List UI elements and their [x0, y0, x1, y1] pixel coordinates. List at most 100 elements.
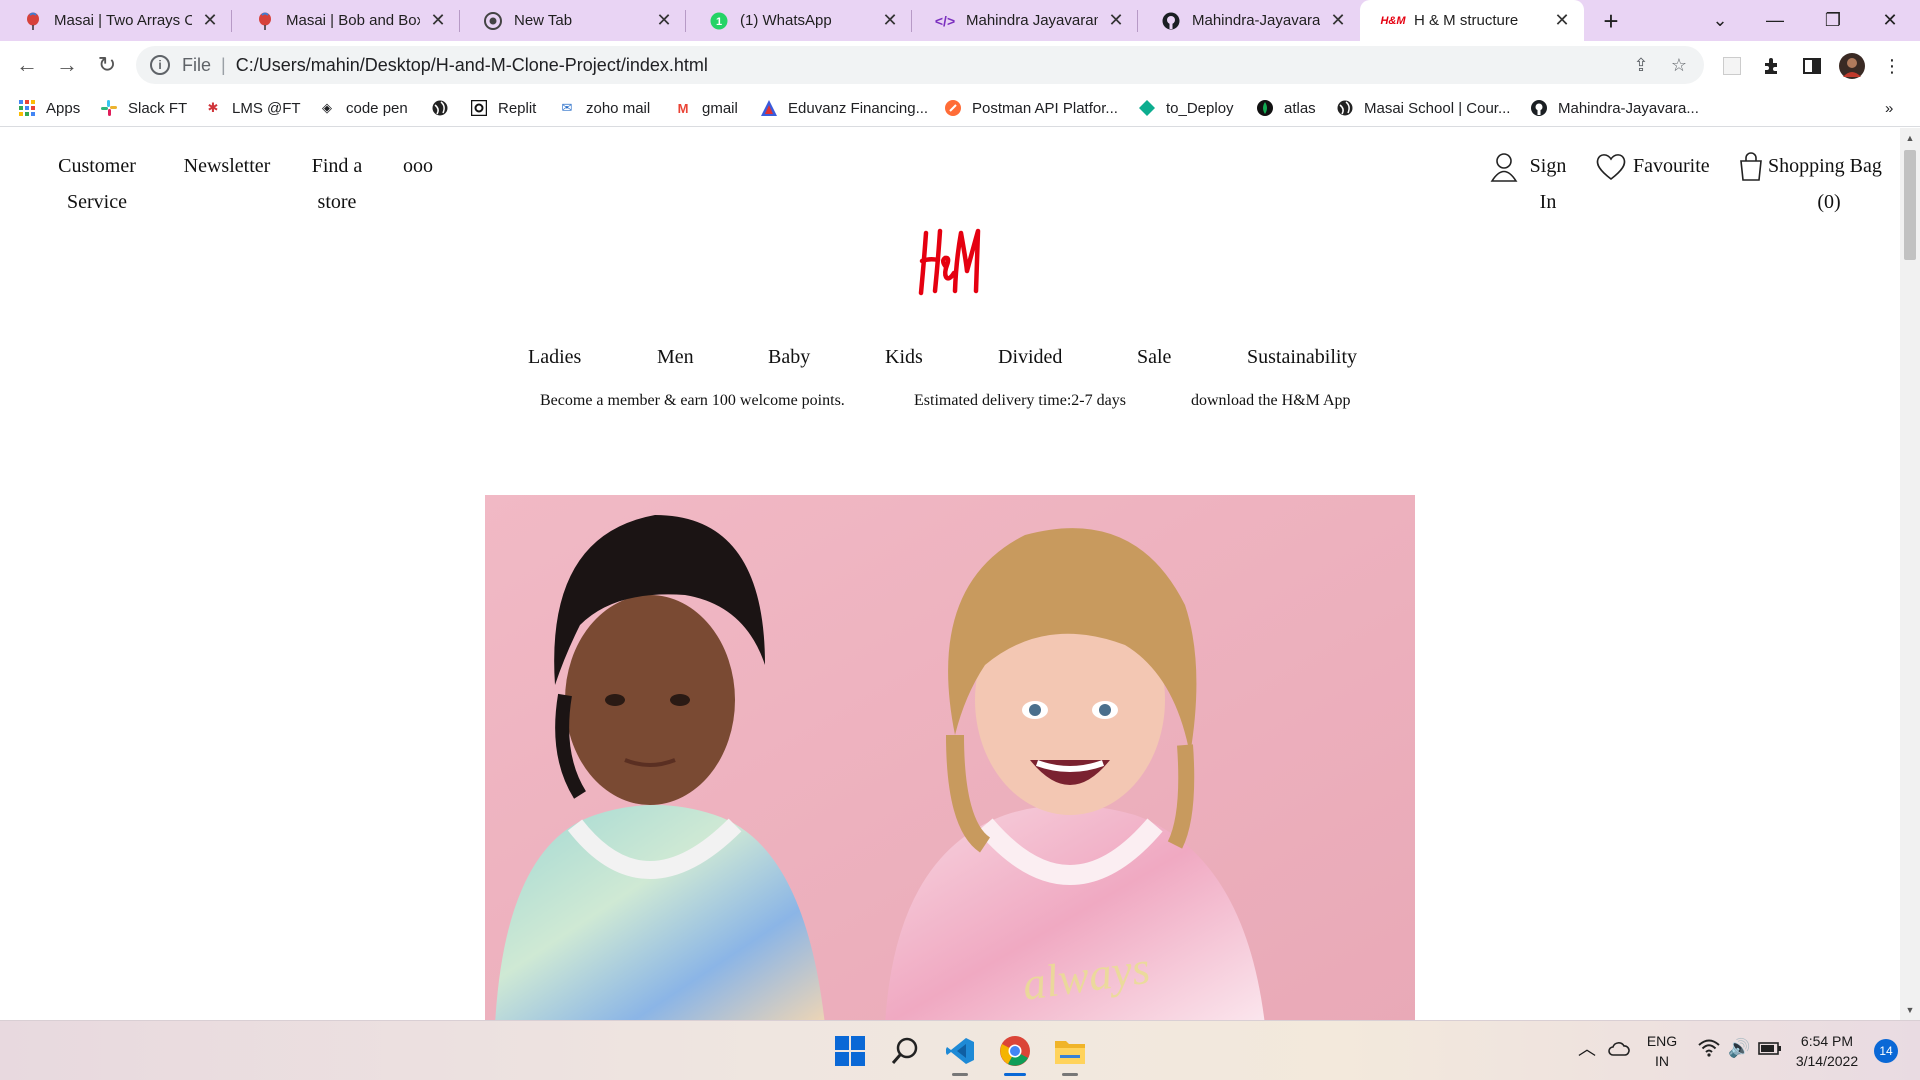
tab-title: H & M structure — [1414, 12, 1519, 29]
bookmark-lms-ft[interactable]: ✱ LMS @FT — [204, 97, 301, 119]
more-bookmarks-button[interactable]: » — [1885, 97, 1893, 119]
extension-placeholder-icon[interactable] — [1719, 53, 1745, 79]
notification-badge[interactable]: 14 — [1874, 1039, 1898, 1063]
share-icon[interactable]: ⇪ — [1630, 54, 1652, 76]
bookmark-label: LMS @FT — [232, 99, 301, 117]
tab-title: Masai | Bob and Boxe — [286, 12, 420, 29]
link-text-line2: Service — [67, 191, 127, 213]
shopping-bag-link[interactable]: Shopping Bag — [1768, 148, 1888, 184]
menu-baby[interactable]: Baby — [768, 346, 810, 369]
forward-button[interactable]: → — [51, 49, 83, 81]
bookmark-masai-school[interactable]: Masai School | Cour... — [1336, 97, 1510, 119]
more-options-link[interactable]: ooo — [400, 148, 436, 184]
address-bar[interactable]: i File | C:/Users/mahin/Desktop/H-and-M-… — [136, 46, 1704, 84]
close-icon[interactable]: ✕ — [1106, 10, 1126, 31]
back-button[interactable]: ← — [11, 49, 43, 81]
tab-masai-two-arrays[interactable]: Masai | Two Arrays Or ✕ — [0, 0, 232, 41]
language-indicator[interactable]: ENG IN — [1646, 1031, 1678, 1071]
bookmark-slack-ft[interactable]: Slack FT — [100, 97, 187, 119]
search-icon[interactable] — [885, 1031, 925, 1071]
bookmark-globe[interactable] — [431, 97, 459, 119]
scroll-up-arrow-icon[interactable]: ▲ — [1904, 132, 1916, 144]
newsletter-link[interactable]: Newsletter — [180, 148, 274, 184]
tab-title: (1) WhatsApp — [740, 12, 832, 29]
bookmark-apps[interactable]: Apps — [18, 97, 80, 119]
find-store-link[interactable]: Find a store — [306, 148, 368, 220]
customer-service-link[interactable]: Customer Service — [49, 148, 145, 220]
bookmark-eduvanz[interactable]: Eduvanz Financing... — [760, 97, 928, 119]
battery-icon[interactable] — [1758, 1040, 1782, 1061]
file-explorer-icon[interactable] — [1050, 1031, 1090, 1071]
bookmark-postman[interactable]: Postman API Platfor... — [944, 97, 1118, 119]
postman-icon — [944, 99, 962, 117]
tab-new-tab[interactable]: New Tab ✕ — [460, 0, 686, 41]
close-icon[interactable]: ✕ — [428, 10, 448, 31]
eduvanz-icon — [760, 99, 778, 117]
close-icon[interactable]: ✕ — [880, 10, 900, 31]
side-panel-icon[interactable] — [1799, 53, 1825, 79]
github-icon — [1162, 12, 1180, 30]
info-icon[interactable]: i — [150, 55, 170, 75]
tab-whatsapp[interactable]: 1 (1) WhatsApp ✕ — [686, 0, 912, 41]
clock[interactable]: 6:54 PM 3/14/2022 — [1792, 1031, 1862, 1071]
extensions-puzzle-icon[interactable] — [1759, 53, 1785, 79]
bookmark-label: Mahindra-Jayavara... — [1558, 99, 1699, 117]
reload-button[interactable]: ↻ — [91, 49, 123, 81]
bookmark-codepen[interactable]: ◈ code pen — [318, 97, 408, 119]
menu-sale[interactable]: Sale — [1137, 346, 1171, 369]
hm-logo[interactable] — [910, 221, 990, 301]
vscode-icon[interactable] — [940, 1031, 980, 1071]
onedrive-cloud-icon[interactable] — [1608, 1041, 1630, 1061]
menu-kids[interactable]: Kids — [885, 346, 923, 369]
masai-balloon-icon — [256, 12, 274, 30]
bookmark-zoho-mail[interactable]: ✉ zoho mail — [558, 97, 651, 119]
bookmark-to-deploy[interactable]: to_Deploy — [1138, 97, 1234, 119]
scroll-down-arrow-icon[interactable]: ▼ — [1904, 1004, 1916, 1016]
heart-icon[interactable] — [1595, 153, 1627, 186]
close-icon[interactable]: ✕ — [654, 10, 674, 31]
bookmark-replit[interactable]: Replit — [470, 97, 536, 119]
close-icon[interactable]: ✕ — [1552, 10, 1572, 31]
tab-masai-bob-boxes[interactable]: Masai | Bob and Boxe ✕ — [232, 0, 460, 41]
menu-sustainability[interactable]: Sustainability — [1247, 346, 1357, 369]
bookmark-gmail[interactable]: M gmail — [674, 97, 738, 119]
bookmark-star-icon[interactable]: ☆ — [1668, 54, 1690, 76]
close-icon[interactable]: ✕ — [1328, 10, 1348, 31]
sign-in-link[interactable]: Sign In — [1528, 148, 1568, 220]
minimize-button[interactable]: — — [1755, 6, 1795, 34]
volume-icon[interactable]: 🔊 — [1728, 1038, 1750, 1058]
bookmark-label: to_Deploy — [1166, 99, 1234, 117]
bookmark-atlas[interactable]: atlas — [1256, 97, 1316, 119]
hero-image[interactable]: always — [485, 495, 1415, 1020]
close-icon[interactable]: ✕ — [200, 10, 220, 31]
close-window-button[interactable]: ✕ — [1870, 6, 1910, 34]
language-line1: ENG — [1646, 1033, 1678, 1049]
user-icon[interactable] — [1490, 152, 1518, 187]
favourite-link[interactable]: Favourite — [1633, 148, 1749, 184]
bookmark-label: code pen — [346, 99, 408, 117]
windows-start-icon[interactable] — [830, 1031, 870, 1071]
menu-men[interactable]: Men — [657, 346, 694, 369]
page-scrollbar[interactable]: ▲ ▼ — [1900, 128, 1920, 1020]
tab-mahindra-codepen[interactable]: </> Mahindra Jayavaram | ✕ — [912, 0, 1138, 41]
show-hidden-icons-chevron-icon[interactable]: ︿ — [1578, 1039, 1596, 1059]
tab-mahindra-github[interactable]: Mahindra-Jayavaram/ ✕ — [1138, 0, 1360, 41]
svg-text:1: 1 — [716, 16, 722, 28]
bookmark-mahindra-github[interactable]: Mahindra-Jayavara... — [1530, 97, 1699, 119]
language-line2: IN — [1655, 1053, 1669, 1069]
url-text[interactable]: C:/Users/mahin/Desktop/H-and-M-Clone-Pro… — [236, 55, 708, 76]
membership-info[interactable]: Become a member & earn 100 welcome point… — [540, 392, 845, 410]
app-download-info[interactable]: download the H&M App — [1191, 392, 1351, 410]
tab-hm-structure[interactable]: H&M H & M structure ✕ — [1360, 0, 1584, 41]
menu-divided[interactable]: Divided — [998, 346, 1062, 369]
tab-search-chevron-icon[interactable]: ⌄ — [1700, 6, 1740, 34]
restore-button[interactable]: ❐ — [1813, 6, 1853, 34]
shopping-bag-icon[interactable] — [1739, 152, 1763, 187]
wifi-icon[interactable] — [1698, 1039, 1720, 1061]
scrollbar-thumb[interactable] — [1904, 150, 1916, 260]
menu-ladies[interactable]: Ladies — [528, 346, 581, 369]
chrome-icon[interactable] — [995, 1031, 1035, 1071]
new-tab-button[interactable]: + — [1598, 6, 1624, 36]
browser-menu-icon[interactable]: ⋮ — [1879, 53, 1905, 79]
profile-avatar[interactable] — [1839, 53, 1865, 79]
